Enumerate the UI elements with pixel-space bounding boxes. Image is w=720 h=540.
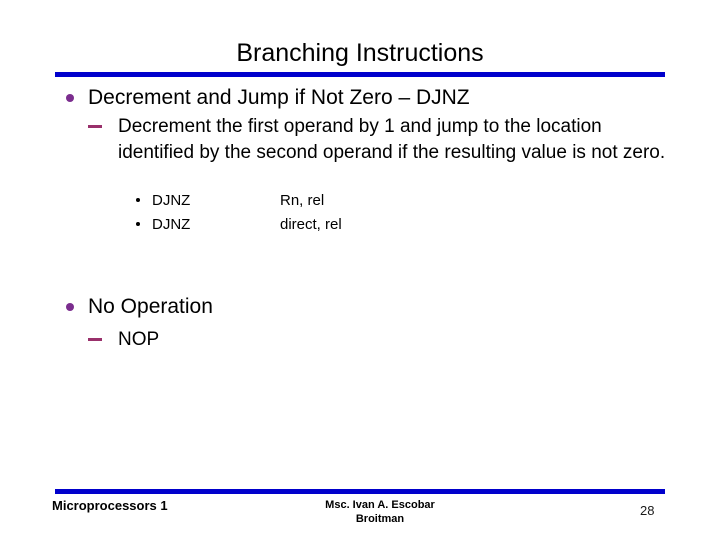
- footer-author-line1: Msc. Ivan A. Escobar: [325, 499, 435, 511]
- footer-author-line2: Broitman: [355, 513, 405, 525]
- bullet-level2-label: Decrement the first operand by 1 and jum…: [118, 116, 666, 163]
- title-divider-rule: [55, 72, 665, 77]
- page-title: Branching Instructions: [236, 39, 484, 67]
- instruction-list: DJNZ Rn, rel DJNZ direct, rel: [0, 189, 720, 237]
- bullet-level1-label: Decrement and Jump if Not Zero – DJNZ: [88, 86, 470, 109]
- bullet-level2-nop: NOP: [0, 327, 720, 353]
- bullet-small-dot-icon: [136, 222, 140, 226]
- bullet-dash-icon: [88, 338, 102, 341]
- bullet-dash-icon: [88, 125, 102, 128]
- bullet-dot-icon: [66, 94, 74, 102]
- bullet-level2-djnz-description: Decrement the first operand by 1 and jum…: [0, 114, 720, 165]
- bullet-level1-label: No Operation: [88, 295, 213, 318]
- bullet-level1-djnz: Decrement and Jump if Not Zero – DJNZ: [0, 84, 720, 112]
- slide-body: Decrement and Jump if Not Zero – DJNZ De…: [0, 84, 720, 353]
- bullet-level1-no-operation: No Operation: [0, 293, 720, 321]
- bullet-small-dot-icon: [136, 198, 140, 202]
- footer-divider-rule: [55, 489, 665, 494]
- instruction-operands: Rn, rel: [280, 192, 325, 209]
- footer-course-label: Microprocessors 1: [52, 498, 168, 513]
- instruction-mnemonic: DJNZ: [152, 216, 191, 233]
- list-item: DJNZ direct, rel: [136, 213, 720, 237]
- footer-author: Msc. Ivan A. Escobar Broitman: [250, 498, 510, 526]
- list-item: DJNZ Rn, rel: [136, 189, 720, 213]
- slide-canvas: Branching Instructions Decrement and Jum…: [0, 0, 720, 540]
- instruction-operands: direct, rel: [280, 216, 342, 233]
- bullet-dot-icon: [66, 303, 74, 311]
- bullet-level2-label: NOP: [118, 329, 160, 350]
- footer-page-number: 28: [640, 503, 655, 518]
- instruction-mnemonic: DJNZ: [152, 192, 191, 209]
